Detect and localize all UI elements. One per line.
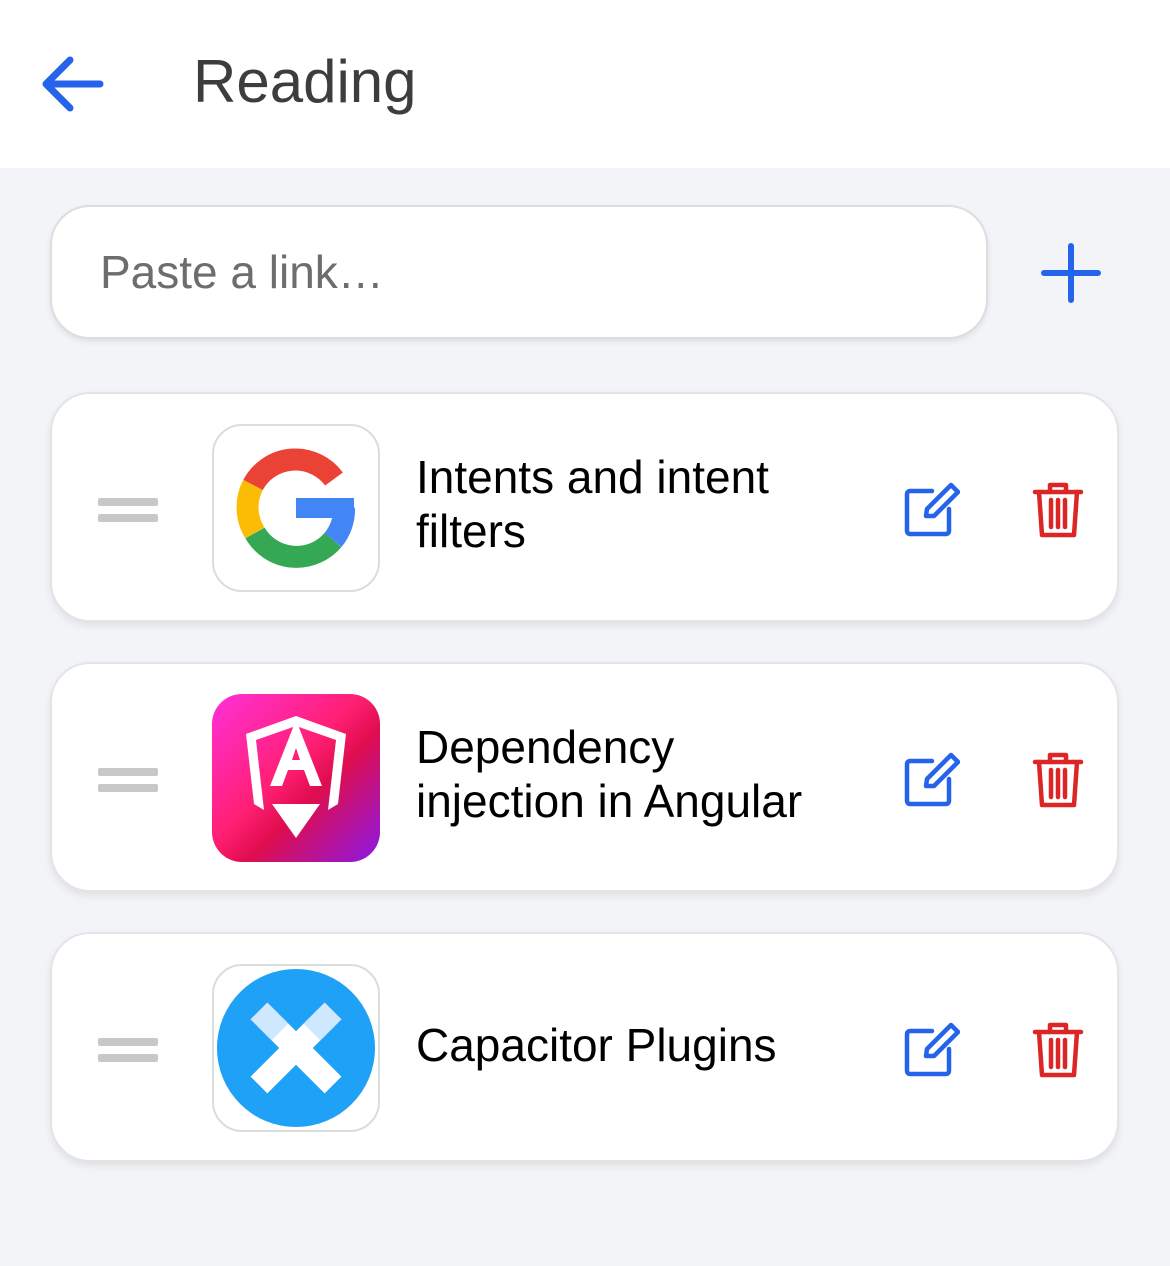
capacitor-logo-icon bbox=[212, 964, 380, 1132]
edit-icon bbox=[904, 1022, 960, 1077]
plus-icon bbox=[1041, 243, 1101, 303]
edit-icon bbox=[904, 482, 960, 537]
trash-icon bbox=[1032, 1022, 1084, 1078]
arrow-left-icon bbox=[42, 56, 104, 112]
drag-handle-icon[interactable] bbox=[98, 764, 160, 794]
page-title: Reading bbox=[193, 48, 417, 115]
item-title: Intents and intent filters bbox=[416, 450, 846, 558]
reading-list-item[interactable]: Dependency injection in Angular bbox=[50, 662, 1119, 892]
item-title-line-2: filters bbox=[416, 505, 526, 557]
add-link-button[interactable] bbox=[1030, 232, 1112, 314]
edit-icon bbox=[904, 752, 960, 807]
edit-button[interactable] bbox=[900, 479, 962, 541]
edit-button[interactable] bbox=[900, 1019, 962, 1081]
delete-button[interactable] bbox=[1027, 479, 1089, 541]
item-title-line-1: Capacitor Plugins bbox=[416, 1019, 777, 1071]
item-title-line-1: Dependency bbox=[416, 721, 675, 773]
link-input-container bbox=[50, 205, 988, 339]
trash-icon bbox=[1032, 752, 1084, 808]
link-input[interactable] bbox=[52, 207, 986, 337]
angular-logo-icon bbox=[212, 694, 380, 862]
item-title-line-2: injection in Angular bbox=[416, 775, 803, 827]
edit-button[interactable] bbox=[900, 749, 962, 811]
google-logo-icon bbox=[212, 424, 380, 592]
item-title: Dependency injection in Angular bbox=[416, 720, 846, 828]
drag-handle-icon[interactable] bbox=[98, 1034, 160, 1064]
back-button[interactable] bbox=[30, 44, 114, 124]
delete-button[interactable] bbox=[1027, 1019, 1089, 1081]
item-title-line-1: Intents and intent bbox=[416, 451, 769, 503]
drag-handle-icon[interactable] bbox=[98, 494, 160, 524]
trash-icon bbox=[1032, 482, 1084, 538]
item-title: Capacitor Plugins bbox=[416, 1018, 846, 1072]
app-header: Reading bbox=[0, 0, 1170, 168]
delete-button[interactable] bbox=[1027, 749, 1089, 811]
reading-list-item[interactable]: Intents and intent filters bbox=[50, 392, 1119, 622]
reading-list-item[interactable]: Capacitor Plugins bbox=[50, 932, 1119, 1162]
